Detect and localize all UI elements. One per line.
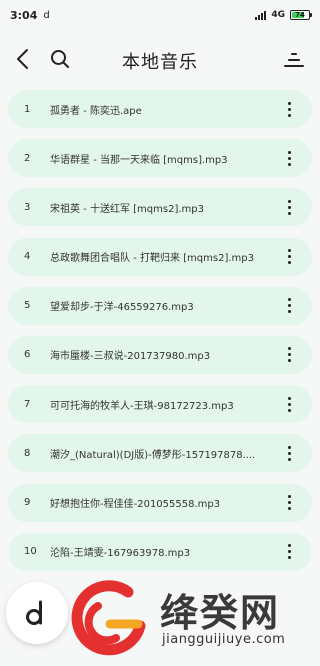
menu-dot	[287, 205, 291, 209]
song-row[interactable]: 6 海市蜃楼-三叔说-201737980.mp3	[8, 335, 312, 374]
more-options-icon[interactable]	[280, 346, 298, 364]
menu-dot	[287, 101, 291, 105]
song-number: 6	[24, 349, 31, 361]
menu-dot	[287, 495, 291, 498]
more-options-icon[interactable]	[280, 100, 298, 118]
song-row[interactable]: 9 好想抱住你-程佳佳-201055558.mp3	[8, 483, 312, 522]
menu-dot	[287, 261, 291, 265]
menu-dot	[287, 162, 291, 166]
status-right: 4G 74	[255, 10, 312, 20]
song-row[interactable]: 7 可可托海的牧羊人-王琪-98172723.mp3	[8, 385, 312, 424]
menu-dot	[287, 156, 291, 160]
menu-dot	[287, 298, 291, 302]
signal-icon	[255, 10, 267, 20]
song-number: 4	[24, 251, 31, 263]
page-title: 本地音乐	[122, 52, 198, 73]
watermark-brand: 绛癸网	[160, 590, 281, 635]
song-title: 潮汐_(Natural)(DJ版)-傅梦彤-157197878....	[50, 449, 256, 461]
song-row[interactable]: 8 潮汐_(Natural)(DJ版)-傅梦彤-157197878....	[8, 434, 312, 473]
menu-dot	[287, 408, 291, 412]
menu-dot	[287, 150, 291, 154]
menu-dot	[287, 310, 291, 314]
song-title: 沦陷-王靖雯-167963978.mp3	[50, 548, 191, 560]
song-title: 望爱却步-于洋-46559276.mp3	[50, 302, 194, 314]
more-options-icon[interactable]	[280, 494, 298, 512]
battery-level: 74	[295, 11, 305, 19]
song-list: 1 孤勇者 - 陈奕迅.ape 2 华语群星 - 当那一天来临 [mqms].mp3 3…	[8, 90, 312, 582]
sort-icon[interactable]	[282, 48, 306, 72]
menu-dot	[287, 501, 291, 504]
menu-dot	[287, 211, 291, 215]
menu-dot	[287, 445, 291, 449]
more-options-icon[interactable]	[280, 543, 298, 561]
watermark-url: jiangguijiuye.com	[162, 632, 286, 647]
watermark: 绛癸网 jiangguijiuye.com	[68, 576, 318, 664]
song-title: 宋祖英 - 十送红军 [mqms2].mp3	[50, 203, 204, 215]
more-options-icon[interactable]	[280, 149, 298, 167]
battery-icon: 74	[290, 10, 312, 20]
song-title: 好想抱住你-程佳佳-201055558.mp3	[50, 499, 221, 510]
song-title: 总政歌舞团合唱队 - 打靶归来 [mqms2].mp3	[50, 253, 254, 265]
menu-dot	[287, 550, 291, 554]
watermark-logo-icon	[71, 580, 146, 656]
menu-dot	[287, 556, 291, 560]
song-number: 10	[24, 546, 37, 558]
more-options-icon[interactable]	[280, 444, 298, 462]
menu-dot	[287, 249, 291, 253]
more-options-icon[interactable]	[280, 297, 298, 315]
song-row[interactable]: 5 望爱却步-于洋-46559276.mp3	[8, 286, 312, 325]
more-options-icon[interactable]	[280, 248, 298, 266]
song-number: 1	[24, 103, 31, 115]
network-type: 4G	[271, 10, 285, 20]
song-row[interactable]: 1 孤勇者 - 陈奕迅.ape	[8, 90, 312, 128]
song-number: 3	[24, 201, 31, 213]
music-app-fab[interactable]	[6, 582, 68, 644]
menu-dot	[287, 457, 291, 461]
menu-dot	[287, 353, 291, 357]
menu-dot	[287, 304, 291, 308]
song-number: 9	[24, 497, 31, 508]
menu-dot	[287, 347, 291, 351]
menu-dot	[287, 402, 291, 406]
song-title: 海市蜃楼-三叔说-201737980.mp3	[50, 351, 211, 363]
app-header: 本地音乐	[0, 38, 320, 82]
song-number: 8	[24, 447, 31, 459]
menu-dot	[287, 255, 291, 259]
song-number: 5	[24, 300, 31, 312]
menu-dot	[287, 107, 291, 111]
app-notification-icon: d	[43, 9, 50, 21]
menu-dot	[287, 451, 291, 455]
song-row[interactable]: 2 华语群星 - 当那一天来临 [mqms].mp3	[8, 139, 312, 178]
status-bar: 3:04 d 4G 74	[0, 0, 320, 30]
more-options-icon[interactable]	[280, 395, 298, 413]
menu-dot	[287, 199, 291, 203]
song-row[interactable]: 4 总政歌舞团合唱队 - 打靶归来 [mqms2].mp3	[8, 237, 312, 276]
menu-dot	[287, 396, 291, 400]
song-number: 2	[24, 152, 31, 164]
song-title: 华语群星 - 当那一天来临 [mqms].mp3	[50, 154, 228, 166]
menu-dot	[287, 544, 291, 548]
song-row[interactable]: 10 沦陷-王靖雯-167963978.mp3	[8, 532, 312, 571]
status-left: 3:04 d	[10, 9, 50, 22]
song-title: 孤勇者 - 陈奕迅.ape	[50, 105, 142, 117]
menu-dot	[287, 359, 291, 363]
song-title: 可可托海的牧羊人-王琪-98172723.mp3	[50, 400, 234, 412]
menu-dot	[287, 507, 291, 510]
more-options-icon[interactable]	[280, 198, 298, 216]
song-number: 7	[24, 398, 31, 410]
music-note-d-icon	[26, 600, 42, 625]
song-row[interactable]: 3 宋祖英 - 十送红军 [mqms2].mp3	[8, 188, 312, 227]
status-time: 3:04	[10, 8, 38, 22]
menu-dot	[287, 113, 291, 117]
